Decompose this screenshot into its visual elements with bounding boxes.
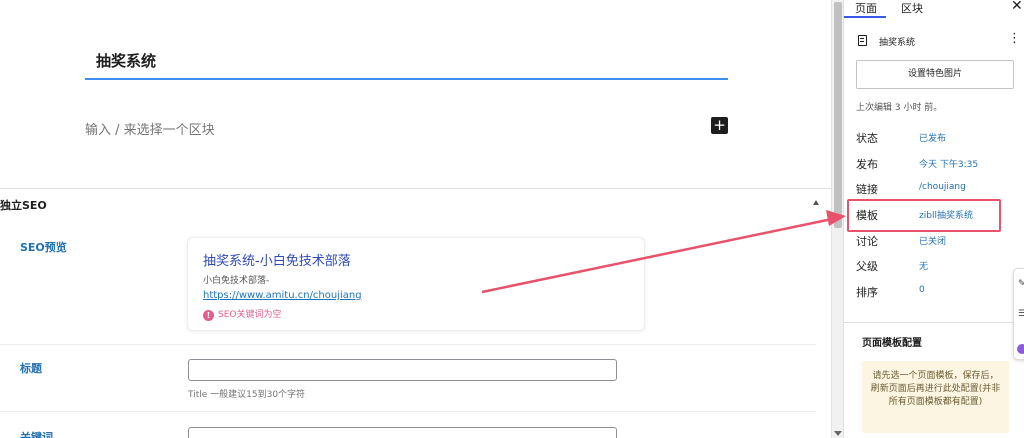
template-config-panel-title[interactable]: 页面模板配置 xyxy=(862,334,922,349)
post-title[interactable]: 抽奖系统 xyxy=(96,50,156,71)
seo-keywords-label: 关键词 xyxy=(20,431,53,438)
block-inserter-button[interactable]: + xyxy=(711,117,728,134)
row-divider xyxy=(0,411,816,412)
editor-canvas: 抽奖系统 输入 / 来选择一个区块 + xyxy=(0,0,831,188)
edit-icon[interactable]: ✎ xyxy=(1018,279,1024,289)
set-featured-image-button[interactable]: 设置特色图片 xyxy=(856,60,1014,89)
seo-keyword-warning: ! SEO关键词为空 xyxy=(203,307,281,321)
seo-title-label: 标题 xyxy=(20,362,42,375)
order-value-link[interactable]: 0 xyxy=(919,285,925,295)
link-label: 链接 xyxy=(856,183,878,196)
seo-preview-url[interactable]: https://www.amitu.cn/choujiang xyxy=(203,290,362,301)
list-icon[interactable]: ☰ xyxy=(1018,309,1024,319)
seo-preview-description: 小白免技术部落- xyxy=(203,276,270,286)
order-label: 排序 xyxy=(856,286,878,299)
collapse-toggle-icon[interactable] xyxy=(813,200,819,205)
scrollbar-thumb[interactable] xyxy=(834,2,842,228)
discussion-label: 讨论 xyxy=(856,235,878,248)
seo-warning-text: SEO关键词为空 xyxy=(218,310,282,320)
editor-scrollbar[interactable] xyxy=(831,0,843,438)
seo-keywords-input[interactable] xyxy=(188,427,617,438)
editor-screen: 抽奖系统 输入 / 来选择一个区块 + 独立SEO SEO预览 抽奖系统-小白免… xyxy=(0,0,1024,438)
publish-date-link[interactable]: 今天 下午3:35 xyxy=(919,157,978,170)
seo-meta-box-title: 独立SEO xyxy=(0,199,47,212)
parent-value-link[interactable]: 无 xyxy=(919,259,928,272)
seo-meta-box: 独立SEO SEO预览 抽奖系统-小白免技术部落 小白免技术部落- https:… xyxy=(0,188,831,438)
seo-preview-card: 抽奖系统-小白免技术部落 小白免技术部落- https://www.amitu.… xyxy=(187,237,645,331)
template-config-notice: 请先选一个页面模板，保存后，刷新页面后再进行此处配置(并非所有页面模板都有配置) xyxy=(862,361,1009,433)
row-divider xyxy=(0,344,816,345)
seo-title-input[interactable] xyxy=(188,359,617,381)
warning-icon: ! xyxy=(203,310,214,321)
seo-preview-label: SEO预览 xyxy=(20,241,67,254)
seo-preview-title: 抽奖系统-小白免技术部落 xyxy=(203,254,351,269)
tab-block[interactable]: 区块 xyxy=(901,0,923,16)
permalink-link[interactable]: /choujiang xyxy=(919,182,966,192)
block-appender-placeholder[interactable]: 输入 / 来选择一个区块 xyxy=(85,119,215,138)
tab-page[interactable]: 页面 xyxy=(855,0,877,16)
publish-label: 发布 xyxy=(856,158,878,171)
seo-meta-box-header[interactable]: 独立SEO xyxy=(0,189,831,221)
scroll-down-arrow-icon[interactable] xyxy=(834,431,842,436)
template-row-highlight xyxy=(847,199,1001,232)
sidebar-tabs: 页面 区块 ✕ xyxy=(844,0,1024,18)
more-options-icon[interactable]: ⋮ xyxy=(1008,31,1021,46)
last-edited-text: 上次编辑 3 小时 前。 xyxy=(856,103,943,113)
seo-title-help: Title 一般建议15到30个字符 xyxy=(188,390,306,400)
status-label: 状态 xyxy=(856,132,878,145)
status-value-link[interactable]: 已发布 xyxy=(919,131,946,144)
floating-side-toolbar[interactable]: ✎ ☰ xyxy=(1013,268,1024,360)
assistant-icon[interactable] xyxy=(1017,344,1024,354)
document-icon xyxy=(858,35,867,46)
sidebar-document-title: 抽奖系统 xyxy=(879,38,916,48)
parent-label: 父级 xyxy=(856,260,878,273)
active-tab-indicator xyxy=(844,16,886,18)
title-underline xyxy=(85,78,728,80)
close-icon[interactable]: ✕ xyxy=(1011,0,1023,14)
panel-divider xyxy=(844,322,1024,323)
discussion-value-link[interactable]: 已关闭 xyxy=(919,234,946,247)
